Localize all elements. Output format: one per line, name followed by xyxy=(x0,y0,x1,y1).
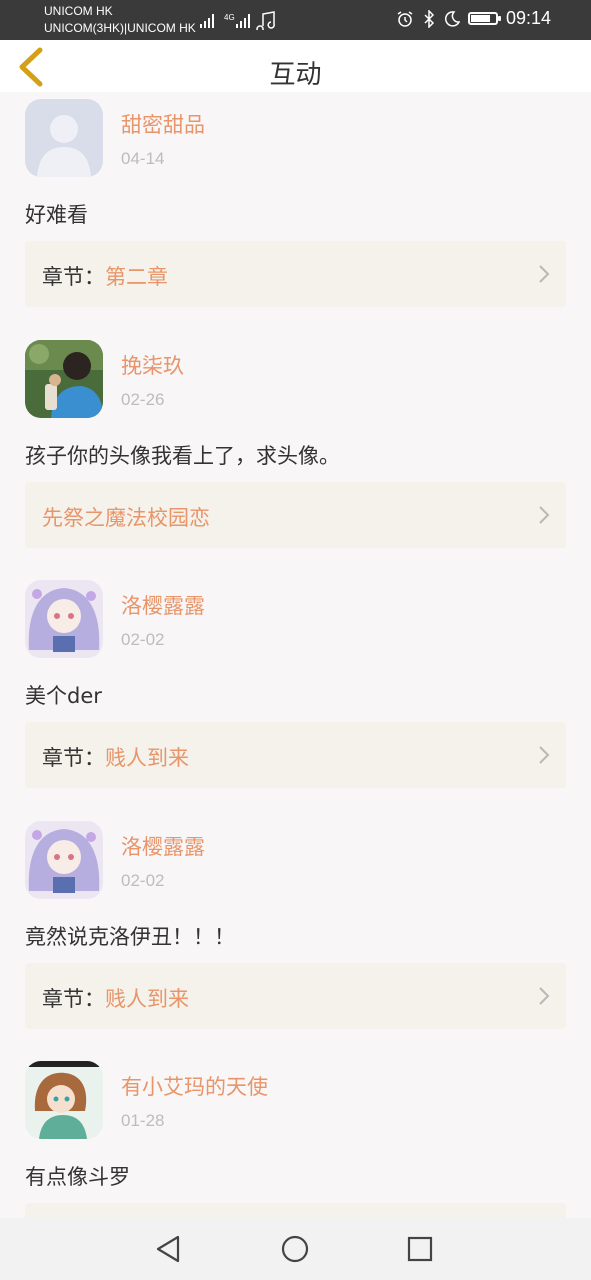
system-nav-bar xyxy=(0,1218,591,1280)
signal-icon: 4G xyxy=(200,11,275,30)
avatar[interactable] xyxy=(25,340,103,418)
comment-text: 好难看 xyxy=(25,203,88,227)
chapter-name: 先祭之魔法校园恋 xyxy=(42,506,210,530)
status-bar: UNICOM HK UNICOM(3HK)|UNICOM HK 4G 09:14 xyxy=(0,0,591,40)
comment-date: 02-02 xyxy=(121,871,165,890)
chevron-right-icon xyxy=(539,746,550,764)
chapter-name: 第二章 xyxy=(105,265,168,289)
avatar[interactable] xyxy=(25,580,103,658)
comment-date: 02-26 xyxy=(121,390,165,409)
comment-text: 竟然说克洛伊丑！！！ xyxy=(25,925,235,949)
moon-icon xyxy=(444,10,460,27)
chapter-prefix: 章节： xyxy=(42,987,105,1011)
comment-text: 有点像斗罗 xyxy=(25,1165,130,1189)
avatar[interactable] xyxy=(25,1061,103,1139)
comment-date: 02-02 xyxy=(121,630,165,649)
chevron-right-icon xyxy=(539,987,550,1005)
svg-text:4G: 4G xyxy=(224,13,235,22)
username[interactable]: 有小艾玛的天使 xyxy=(121,1071,268,1101)
chevron-right-icon xyxy=(539,506,550,524)
comment-text: 孩子你的头像我看上了，求头像。 xyxy=(25,444,340,468)
list-item: 洛樱露露 02-02 美个der 章节：贱人到来 xyxy=(0,573,591,813)
chapter-name: 贱人到来 xyxy=(105,987,189,1011)
list-item: 有小艾玛的天使 01-28 有点像斗罗 xyxy=(0,1054,591,1218)
comment-text: 美个der xyxy=(25,684,102,708)
list-item: 挽柒玖 02-26 孩子你的头像我看上了，求头像。 先祭之魔法校园恋 xyxy=(0,333,591,573)
carrier-name-secondary: UNICOM(3HK)|UNICOM HK xyxy=(44,21,196,35)
alarm-icon xyxy=(397,10,413,27)
chapter-prefix: 章节： xyxy=(42,265,105,289)
battery-icon xyxy=(467,12,501,25)
chapter-link[interactable] xyxy=(25,1203,566,1218)
username[interactable]: 洛樱露露 xyxy=(121,590,205,620)
carrier-name: UNICOM HK xyxy=(44,4,113,18)
square-recents-icon[interactable] xyxy=(403,1232,437,1266)
bluetooth-icon xyxy=(424,9,435,28)
comment-date: 01-28 xyxy=(121,1111,165,1130)
chapter-link[interactable]: 章节：贱人到来 xyxy=(25,963,566,1029)
avatar[interactable] xyxy=(25,99,103,177)
chapter-prefix: 章节： xyxy=(42,746,105,770)
avatar[interactable] xyxy=(25,821,103,899)
chapter-name: 贱人到来 xyxy=(105,746,189,770)
chapter-link[interactable]: 章节：贱人到来 xyxy=(25,722,566,788)
top-bar: 互动 xyxy=(0,40,591,92)
list-item: 洛樱露露 02-02 竟然说克洛伊丑！！！ 章节：贱人到来 xyxy=(0,814,591,1054)
triangle-back-icon[interactable] xyxy=(152,1232,186,1266)
circle-home-icon[interactable] xyxy=(278,1232,312,1266)
username[interactable]: 挽柒玖 xyxy=(121,350,184,380)
username[interactable]: 甜密甜品 xyxy=(121,109,205,139)
chevron-right-icon xyxy=(539,265,550,283)
chapter-link[interactable]: 章节：第二章 xyxy=(25,241,566,307)
comment-date: 04-14 xyxy=(121,149,165,168)
username[interactable]: 洛樱露露 xyxy=(121,831,205,861)
page-title: 互动 xyxy=(269,60,322,90)
comment-feed[interactable]: 甜密甜品 04-14 好难看 章节：第二章 挽柒玖 02-26 孩子你的头像我看… xyxy=(0,92,591,1218)
list-item: 甜密甜品 04-14 好难看 章节：第二章 xyxy=(0,92,591,332)
chapter-link[interactable]: 先祭之魔法校园恋 xyxy=(25,482,566,548)
clock: 09:14 xyxy=(505,8,551,28)
